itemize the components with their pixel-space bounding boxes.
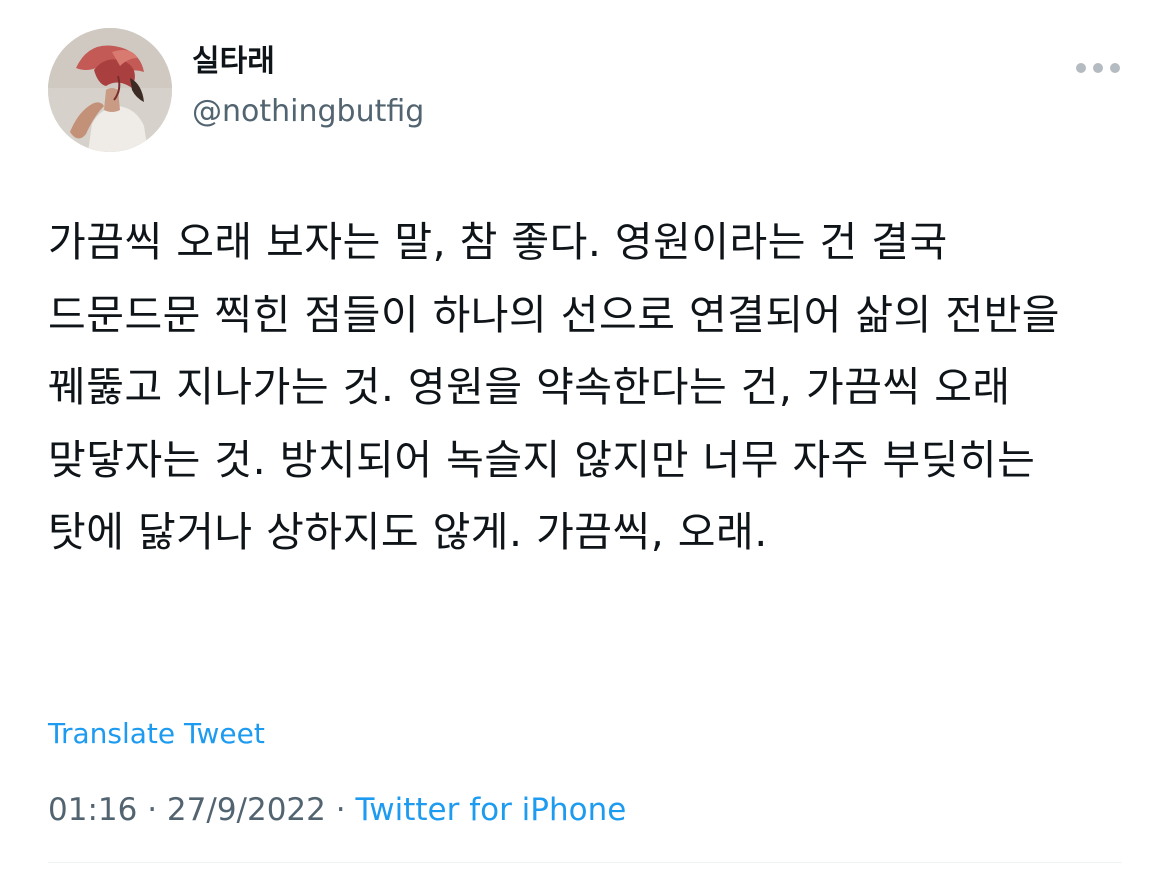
tweet-date[interactable]: 27/9/2022 — [167, 792, 326, 828]
meta-separator: · — [147, 792, 158, 828]
tweet-header: 실타래 @nothingbutfig — [48, 28, 1122, 152]
tweet-time[interactable]: 01:16 — [48, 792, 137, 828]
avatar-image — [48, 28, 172, 152]
more-horizontal-icon — [1076, 63, 1120, 73]
meta-separator: · — [335, 792, 346, 828]
tweet-metadata: 01:16 · 27/9/2022 · Twitter for iPhone — [48, 788, 626, 832]
divider — [48, 862, 1122, 863]
more-options-button[interactable] — [1074, 54, 1122, 82]
tweet-text: 가끔씩 오래 보자는 말, 참 좋다. 영원이라는 건 결국 드문드문 찍힌 점… — [48, 218, 1061, 556]
translate-tweet-link[interactable]: Translate Tweet — [48, 714, 265, 754]
avatar[interactable] — [48, 28, 172, 152]
user-handle[interactable]: @nothingbutfig — [192, 90, 424, 134]
display-name[interactable]: 실타래 — [192, 42, 424, 82]
tweet-detail: 실타래 @nothingbutfig 가끔씩 오래 보자는 말, 참 좋다. 영… — [0, 0, 1170, 881]
user-names: 실타래 @nothingbutfig — [192, 42, 424, 134]
tweet-source-link[interactable]: Twitter for iPhone — [355, 792, 626, 828]
